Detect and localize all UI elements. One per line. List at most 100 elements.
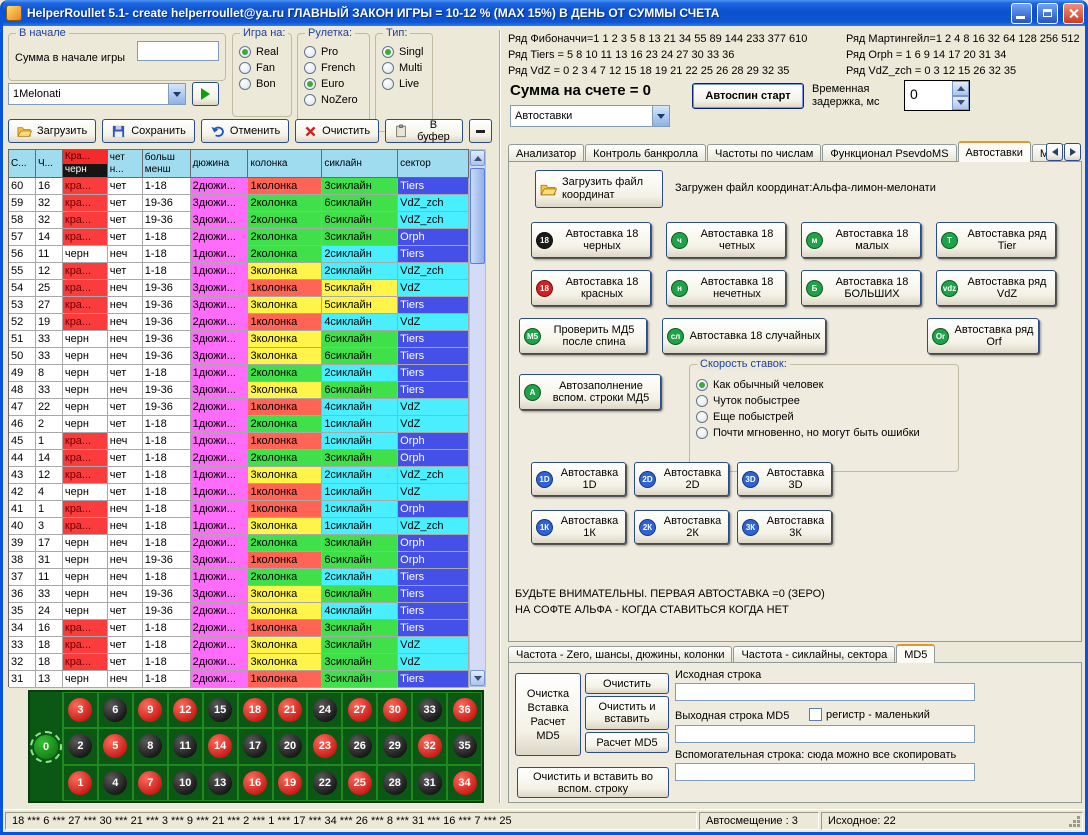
table-scrollbar[interactable] [469, 149, 486, 687]
autostake-18-big-button[interactable]: БАвтоставка 18 БОЛЬШИХ [801, 270, 921, 306]
tab-функционал-psevdoms[interactable]: Функционал PsevdoMS [822, 144, 956, 162]
tab-контроль-банкролла[interactable]: Контроль банкролла [585, 144, 706, 162]
autospin-start-button[interactable]: Автоспин старт [692, 83, 804, 109]
md5-calc-button[interactable]: Расчет MD5 [585, 732, 669, 753]
autostake-18-red-button[interactable]: 18Автоставка 18 красных [531, 270, 651, 306]
roulette-number-26[interactable]: 26 [348, 734, 372, 758]
clear-button[interactable]: Очистить [295, 119, 379, 143]
radio-почти-мгновенно-но-могут-быть-ошибки[interactable]: Почти мгновенно, но могут быть ошибки [696, 427, 958, 439]
roulette-number-32[interactable]: 32 [418, 734, 442, 758]
autostake-2k-button[interactable]: 2КАвтоставка 2К [634, 510, 729, 544]
roulette-number-20[interactable]: 20 [278, 734, 302, 758]
roulette-number-23[interactable]: 23 [313, 734, 337, 758]
load-coords-file-button[interactable]: Загрузить файл координат [535, 170, 663, 208]
undo-button[interactable]: Отменить [201, 119, 289, 143]
roulette-number-29[interactable]: 29 [383, 734, 407, 758]
autostake-18-random-button[interactable]: слАвтоставка 18 случайных [662, 318, 826, 354]
autostake-1d-button[interactable]: 1DАвтоставка 1D [531, 462, 626, 496]
roulette-number-12[interactable]: 12 [173, 698, 197, 722]
radio-чуток-побыстрее[interactable]: Чуток побыстрее [696, 395, 958, 407]
autostake-tier-row-button[interactable]: TАвтоставка ряд Tier [936, 222, 1056, 258]
roulette-number-16[interactable]: 16 [243, 771, 267, 795]
mode-combo-dropdown-icon[interactable] [652, 106, 669, 126]
radio-real[interactable]: Real [239, 46, 291, 58]
roulette-number-35[interactable]: 35 [453, 734, 477, 758]
autostake-18-black-button[interactable]: 18Автоставка 18 черных [531, 222, 651, 258]
roulette-number-18[interactable]: 18 [243, 698, 267, 722]
roulette-number-3[interactable]: 3 [68, 698, 92, 722]
tab-частота-сиклайны-сектора[interactable]: Частота - сиклайны, сектора [733, 646, 895, 663]
roulette-number-7[interactable]: 7 [138, 771, 162, 795]
md5-clear-button[interactable]: Очистить [585, 673, 669, 694]
roulette-number-8[interactable]: 8 [138, 734, 162, 758]
autofill-md5-helper-button[interactable]: А Автозаполнение вспом. строки МД5 [519, 374, 661, 410]
md5-output-input[interactable] [675, 725, 975, 743]
roulette-number-4[interactable]: 4 [103, 771, 127, 795]
autostake-18-odd-button[interactable]: нАвтоставка 18 нечетных [666, 270, 786, 306]
radio-nozero[interactable]: NoZero [304, 94, 369, 106]
roulette-number-33[interactable]: 33 [418, 698, 442, 722]
maximize-button[interactable] [1037, 3, 1058, 24]
autostake-3k-button[interactable]: 3КАвтоставка 3К [737, 510, 832, 544]
tab-автоставки[interactable]: Автоставки [958, 141, 1031, 162]
md5-clear-paste-helper-button[interactable]: Очистить и вставить во вспом. строку [517, 767, 669, 798]
md5-clear-and-paste-button[interactable]: Очистить и вставить [585, 696, 669, 730]
minimize-button[interactable] [1011, 3, 1032, 24]
radio-еще-побыстрей[interactable]: Еще побыстрей [696, 411, 958, 423]
radio-euro[interactable]: Euro [304, 78, 369, 90]
start-sum-input[interactable] [137, 41, 219, 61]
roulette-number-1[interactable]: 1 [68, 771, 92, 795]
autostake-18-small-button[interactable]: мАвтоставка 18 малых [801, 222, 921, 258]
scroll-up-button[interactable] [470, 150, 485, 166]
roulette-number-27[interactable]: 27 [348, 698, 372, 722]
radio-как-обычный-человек[interactable]: Как обычный человек [696, 379, 958, 391]
spinner-down-button[interactable] [952, 96, 969, 111]
roulette-number-30[interactable]: 30 [383, 698, 407, 722]
spinner-up-button[interactable] [952, 81, 969, 96]
radio-bon[interactable]: Bon [239, 78, 291, 90]
roulette-number-9[interactable]: 9 [138, 698, 162, 722]
load-button[interactable]: Загрузить [8, 119, 96, 143]
save-button[interactable]: Сохранить [102, 119, 195, 143]
scrollbar-thumb[interactable] [470, 168, 485, 264]
roulette-number-22[interactable]: 22 [313, 771, 337, 795]
register-checkbox[interactable] [809, 708, 822, 721]
profile-combo[interactable]: 1Melonati [8, 83, 186, 105]
radio-live[interactable]: Live [382, 78, 432, 90]
roulette-number-15[interactable]: 15 [208, 698, 232, 722]
autostake-3d-button[interactable]: 3DАвтоставка 3D [737, 462, 832, 496]
resize-grip[interactable] [1077, 824, 1080, 827]
copy-to-buffer-button[interactable]: В буфер [385, 119, 463, 143]
delay-spinner[interactable]: 0 [904, 80, 970, 111]
roulette-number-21[interactable]: 21 [278, 698, 302, 722]
autostake-vdz-row-button[interactable]: vdzАвтоставка ряд VdZ [936, 270, 1056, 306]
collapse-button[interactable] [469, 119, 492, 143]
radio-french[interactable]: French [304, 62, 369, 74]
roulette-number-24[interactable]: 24 [313, 698, 337, 722]
roulette-number-10[interactable]: 10 [173, 771, 197, 795]
roulette-number-17[interactable]: 17 [243, 734, 267, 758]
md5-source-input[interactable] [675, 683, 975, 701]
roulette-number-6[interactable]: 6 [103, 698, 127, 722]
tab-анализатор[interactable]: Анализатор [508, 144, 584, 162]
tab-частота-zero-шансы-дюжины-колонки[interactable]: Частота - Zero, шансы, дюжины, колонки [508, 646, 732, 663]
autostake-18-even-button[interactable]: чАвтоставка 18 четных [666, 222, 786, 258]
autostake-2d-button[interactable]: 2DАвтоставка 2D [634, 462, 729, 496]
roulette-number-0[interactable]: 0 [34, 735, 58, 759]
roulette-number-5[interactable]: 5 [103, 734, 127, 758]
tab-scroll-right-button[interactable] [1064, 143, 1081, 161]
check-md5-after-spin-button[interactable]: М5Проверить МД5 после спина [519, 318, 647, 354]
roulette-number-31[interactable]: 31 [418, 771, 442, 795]
roulette-number-11[interactable]: 11 [173, 734, 197, 758]
roulette-number-28[interactable]: 28 [383, 771, 407, 795]
radio-multi[interactable]: Multi [382, 62, 432, 74]
tab-md5[interactable]: MD5 [896, 644, 935, 663]
md5-clear-paste-calc-button[interactable]: Очистка Вставка Расчет MD5 [515, 673, 581, 756]
roulette-number-2[interactable]: 2 [68, 734, 92, 758]
radio-singl[interactable]: Singl [382, 46, 432, 58]
autostakes-mode-combo[interactable]: Автоставки [510, 105, 670, 127]
radio-pro[interactable]: Pro [304, 46, 369, 58]
scroll-down-button[interactable] [470, 670, 485, 686]
roulette-number-13[interactable]: 13 [208, 771, 232, 795]
close-button[interactable] [1063, 3, 1084, 24]
